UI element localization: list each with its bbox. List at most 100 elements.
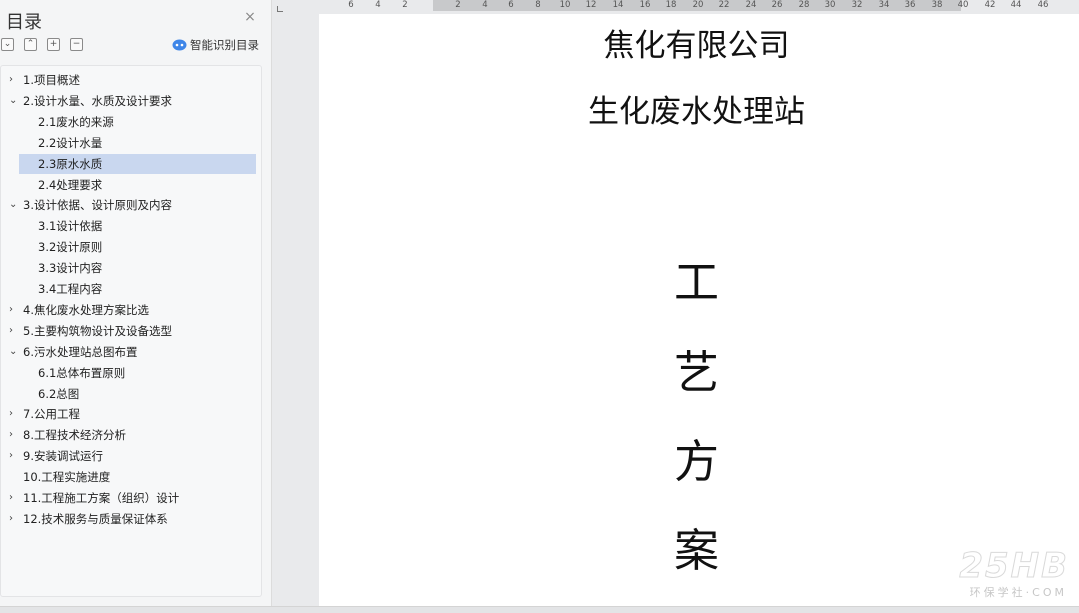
ruler-tick-label: 6 (508, 0, 514, 10)
toc-item[interactable]: › 1.项目概述 (1, 70, 261, 90)
ruler-tick-label: 12 (585, 0, 597, 10)
toc-item[interactable]: 3.2设计原则 (1, 237, 261, 257)
ruler-tick-label: 42 (984, 0, 996, 10)
toc-list: › 1.项目概述 ⌄ 2.设计水量、水质及设计要求 2.1废水的来源 2.2设计水量 2.3… (0, 65, 262, 597)
toc-item[interactable]: › 8.工程技术经济分析 (1, 425, 261, 445)
smart-toc-label: 智能识别目录 (190, 38, 259, 52)
toc-item[interactable]: ⌄ 3.设计依据、设计原则及内容 (1, 195, 261, 215)
toc-item[interactable]: 3.4工程内容 (1, 279, 261, 299)
toc-item-label: 6.2总图 (38, 386, 80, 401)
toc-item[interactable]: 6.1总体布置原则 (1, 363, 261, 383)
no-arrow (9, 237, 19, 257)
expand-all-icon[interactable]: ⌃ (24, 38, 37, 51)
toc-panel: 目录 × ⌄ ⌃ + − 智能识别目录 › 1.项目概述 ⌄ 2.设计水量、水质及设计… (0, 0, 272, 606)
toc-item[interactable]: › 11.工程施工方案（组织）设计 (1, 488, 261, 508)
toc-item[interactable]: › 12.技术服务与质量保证体系 (1, 509, 261, 529)
vertical-title-char: 案 (673, 524, 719, 577)
no-arrow (9, 258, 19, 278)
chevron-right-icon[interactable]: › (9, 70, 19, 90)
no-arrow (9, 384, 19, 404)
toc-item[interactable]: ⌄ 2.设计水量、水质及设计要求 (1, 91, 261, 111)
toc-item[interactable]: › 7.公用工程 (1, 404, 261, 424)
no-arrow (9, 175, 19, 195)
no-arrow (9, 133, 19, 153)
toc-item[interactable]: 2.4处理要求 (1, 175, 261, 195)
toc-item[interactable]: 6.2总图 (1, 384, 261, 404)
vertical-title-char: 艺 (673, 346, 719, 399)
ruler-tick-label: 4 (482, 0, 488, 10)
remove-heading-icon[interactable]: − (70, 38, 83, 51)
ruler-tick-label: 36 (904, 0, 916, 10)
toc-item-label: 12.技术服务与质量保证体系 (23, 511, 168, 526)
toc-item-label: 2.设计水量、水质及设计要求 (23, 93, 172, 108)
toc-item-label: 9.安装调试运行 (23, 449, 103, 464)
chevron-right-icon[interactable]: › (9, 446, 19, 466)
status-bar (0, 606, 1079, 613)
toc-item-label: 3.4工程内容 (38, 282, 103, 296)
ruler-tick-label: 30 (824, 0, 836, 10)
ruler-tick-label: 16 (639, 0, 651, 10)
toc-item-label: 3.设计依据、设计原则及内容 (23, 198, 172, 213)
no-arrow (9, 279, 19, 299)
ruler-tab-selector-icon[interactable] (277, 6, 283, 12)
toc-item[interactable]: 2.2设计水量 (1, 133, 261, 153)
toc-item[interactable]: › 4.焦化废水处理方案比选 (1, 300, 261, 320)
chevron-right-icon[interactable]: › (9, 509, 19, 529)
chevron-right-icon[interactable]: › (9, 404, 19, 424)
toc-item[interactable]: ⌄ 6.污水处理站总图布置 (1, 342, 261, 362)
chevron-right-icon[interactable]: › (9, 488, 19, 508)
ruler-tick-label: 20 (692, 0, 704, 10)
toc-item-label: 6.1总体布置原则 (38, 365, 126, 380)
toc-item-label: 10.工程实施进度 (23, 470, 111, 485)
add-heading-icon[interactable]: + (47, 38, 60, 51)
toc-item[interactable]: › 9.安装调试运行 (1, 446, 261, 466)
ruler-tick-label: 2 (455, 0, 461, 10)
toc-item[interactable]: 2.3原水水质 (19, 153, 256, 174)
chevron-right-icon[interactable]: › (9, 321, 19, 341)
chevron-down-icon[interactable]: ⌄ (9, 342, 19, 362)
no-arrow (9, 467, 19, 487)
no-arrow (9, 112, 19, 132)
toc-item-label: 4.焦化废水处理方案比选 (23, 302, 149, 317)
toc-toolbar: ⌄ ⌃ + − 智能识别目录 (0, 38, 272, 54)
ruler-tick-label: 34 (878, 0, 890, 10)
smart-toc-button[interactable]: 智能识别目录 (172, 37, 259, 53)
toc-item-label: 8.工程技术经济分析 (23, 428, 126, 443)
toc-item-label: 3.1设计依据 (38, 219, 103, 234)
ruler-tick-label: 14 (612, 0, 624, 10)
document-page[interactable]: 焦化有限公司 生化废水处理站 工 艺 方 案 25HB 环保学社·COM (319, 14, 1079, 606)
ruler-tick-label: 10 (559, 0, 571, 10)
no-arrow (9, 216, 19, 236)
toc-item-label: 1.项目概述 (23, 73, 80, 87)
toc-item[interactable]: 2.1废水的来源 (1, 112, 261, 132)
ruler-tick-label: 32 (851, 0, 863, 10)
ruler-tick-label: 44 (1010, 0, 1022, 10)
no-arrow (9, 363, 19, 383)
close-icon[interactable]: × (242, 9, 258, 25)
toc-item[interactable]: 10.工程实施进度 (1, 467, 261, 487)
no-arrow (9, 154, 19, 174)
toc-item-label: 5.主要构筑物设计及设备选型 (23, 323, 172, 338)
chevron-right-icon[interactable]: › (9, 425, 19, 445)
horizontal-ruler[interactable]: 6 4 2 2 4 6 8 10 12 14 16 18 20 22 24 26 28 30 32 34 36 38 40 4… (273, 0, 1079, 13)
ruler-tick-label: 2 (402, 0, 408, 10)
watermark-subtitle: 环保学社·COM (969, 586, 1067, 599)
ruler-tick-label: 4 (375, 0, 381, 10)
ruler-tick-label: 6 (348, 0, 354, 10)
vertical-title-char: 工 (673, 256, 719, 309)
chevron-right-icon[interactable]: › (9, 300, 19, 320)
ruler-tick-label: 18 (665, 0, 677, 10)
collapse-all-icon[interactable]: ⌄ (1, 38, 14, 51)
toc-item-label: 3.3设计内容 (38, 261, 103, 276)
ruler-tick-label: 8 (535, 0, 541, 10)
company-name: 焦化有限公司 (603, 28, 790, 64)
chevron-down-icon[interactable]: ⌄ (9, 195, 19, 215)
ruler-tick-label: 38 (931, 0, 943, 10)
toc-item[interactable]: 3.1设计依据 (1, 216, 261, 236)
toc-item-label: 7.公用工程 (23, 407, 80, 422)
ruler-tick-label: 24 (745, 0, 757, 10)
toc-item[interactable]: 3.3设计内容 (1, 258, 261, 278)
chevron-down-icon[interactable]: ⌄ (9, 91, 19, 111)
toc-item[interactable]: › 5.主要构筑物设计及设备选型 (1, 321, 261, 341)
ruler-tick-label: 26 (771, 0, 783, 10)
